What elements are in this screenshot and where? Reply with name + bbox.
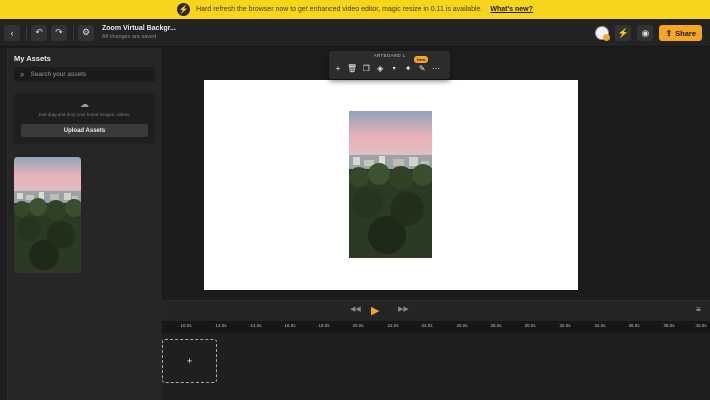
ruler-tick: 18.0s xyxy=(318,323,330,328)
ruler-tick: 28.0s xyxy=(490,323,502,328)
add-clip-button[interactable]: + xyxy=(162,339,217,383)
search-icon: ⌕ xyxy=(20,69,25,79)
bolt-icon[interactable]: ⚡ xyxy=(615,25,632,41)
canvas-area xyxy=(162,48,710,300)
share-label: Share xyxy=(675,28,696,38)
playback-controls: ◀◀ ▶ ▶▶ ≡ xyxy=(162,301,710,321)
ruler-tick: 34.0s xyxy=(594,323,606,328)
drop-hint: Just drag and drop your brand images, vi… xyxy=(38,112,131,117)
ruler-tick: 26.0s xyxy=(456,323,468,328)
document-info[interactable]: Zoom Virtual Backgr... All changes are s… xyxy=(102,25,176,40)
banner-message: Hard refresh the browser now to get enha… xyxy=(196,6,483,13)
timeline-ruler[interactable]: 10.0s 12.0s 14.0s 16.0s 18.0s 20.0s 22.0… xyxy=(162,321,710,333)
share-icon: ⇪ xyxy=(665,28,673,38)
ruler-tick: 38.0s xyxy=(663,323,675,328)
assets-panel: My Assets ⌕ ☁ Just drag and drop your br… xyxy=(8,48,162,400)
ruler-tick: 10.0s xyxy=(180,323,192,328)
canvas-image[interactable] xyxy=(349,111,432,258)
edit-icon[interactable]: ✎ xyxy=(417,62,427,74)
ruler-tick: 30.0s xyxy=(524,323,536,328)
search-box[interactable]: ⌕ xyxy=(14,67,155,82)
undo-icon[interactable]: ↶ xyxy=(31,24,47,41)
ruler-tick: 32.0s xyxy=(559,323,571,328)
search-input[interactable] xyxy=(30,71,146,78)
editor-window: ⚡ Hard refresh the browser now to get en… xyxy=(0,0,710,400)
ruler-tick: 14.0s xyxy=(250,323,262,328)
upload-assets-button[interactable]: Upload Assets xyxy=(21,124,148,137)
toolbar-tools: + 🗑 ❐ ◈ ▾ ✦ ✎ ⋯ xyxy=(329,61,450,75)
element-toolbar: ARTBOARD 1 + 🗑 ❐ ◈ ▾ ✦ ✎ ⋯ New xyxy=(329,51,450,79)
ruler-tick: 22.0s xyxy=(387,323,399,328)
avatar[interactable] xyxy=(595,26,611,41)
share-button[interactable]: ⇪ Share xyxy=(659,25,702,41)
left-rail xyxy=(0,48,8,400)
header-actions: ⚡ ◉ ⇪ Share xyxy=(595,25,702,41)
ruler-tick: 12.0s xyxy=(215,323,227,328)
panel-title: My Assets xyxy=(14,54,51,63)
artboard[interactable] xyxy=(204,80,578,290)
document-title[interactable]: Zoom Virtual Backgr... xyxy=(102,25,176,32)
ruler-tick: 40.0s xyxy=(695,323,707,328)
new-badge: New xyxy=(414,56,429,63)
divider xyxy=(73,24,74,41)
delete-icon[interactable]: 🗑 xyxy=(347,62,357,74)
ruler-tick: 24.0s xyxy=(421,323,433,328)
fill-icon[interactable]: ◈ xyxy=(375,62,385,74)
announcement-banner: ⚡ Hard refresh the browser now to get en… xyxy=(0,0,710,19)
magic-icon[interactable]: ✦ xyxy=(403,62,413,74)
eye-icon[interactable]: ◉ xyxy=(637,25,654,41)
artboard-label: ARTBOARD 1 xyxy=(373,53,406,58)
upload-cloud-icon: ☁ xyxy=(80,99,89,109)
menu-icon[interactable]: ≡ xyxy=(696,305,701,314)
city-photo xyxy=(14,157,81,273)
chevron-down-icon[interactable]: ▾ xyxy=(389,62,399,74)
redo-icon[interactable]: ↷ xyxy=(51,24,67,41)
upload-dropzone[interactable]: ☁ Just drag and drop your brand images, … xyxy=(14,93,155,144)
bolt-icon: ⚡ xyxy=(177,3,191,16)
whats-new-link[interactable]: What's new? xyxy=(490,6,533,13)
ruler-tick: 16.0s xyxy=(284,323,296,328)
ruler-tick: 36.0s xyxy=(628,323,640,328)
back-icon[interactable]: ‹ xyxy=(4,24,20,41)
editor-header: ‹ ↶ ↷ ⚙ Zoom Virtual Backgr... All chang… xyxy=(0,19,710,47)
previous-icon[interactable]: ◀◀ xyxy=(350,305,361,313)
divider xyxy=(26,24,27,41)
ruler-tick: 20.0s xyxy=(352,323,364,328)
asset-thumbnail[interactable] xyxy=(14,157,81,273)
play-icon[interactable]: ▶ xyxy=(371,304,379,317)
settings-icon[interactable]: ⚙ xyxy=(78,24,94,41)
add-icon[interactable]: + xyxy=(333,62,343,74)
duplicate-icon[interactable]: ❐ xyxy=(361,62,371,74)
next-icon[interactable]: ▶▶ xyxy=(398,305,409,313)
city-photo xyxy=(349,111,432,258)
timeline: ◀◀ ▶ ▶▶ ≡ 10.0s 12.0s 14.0s 16.0s 18.0s … xyxy=(162,300,710,400)
more-icon[interactable]: ⋯ xyxy=(431,62,441,74)
save-status: All changes are saved xyxy=(102,34,157,40)
